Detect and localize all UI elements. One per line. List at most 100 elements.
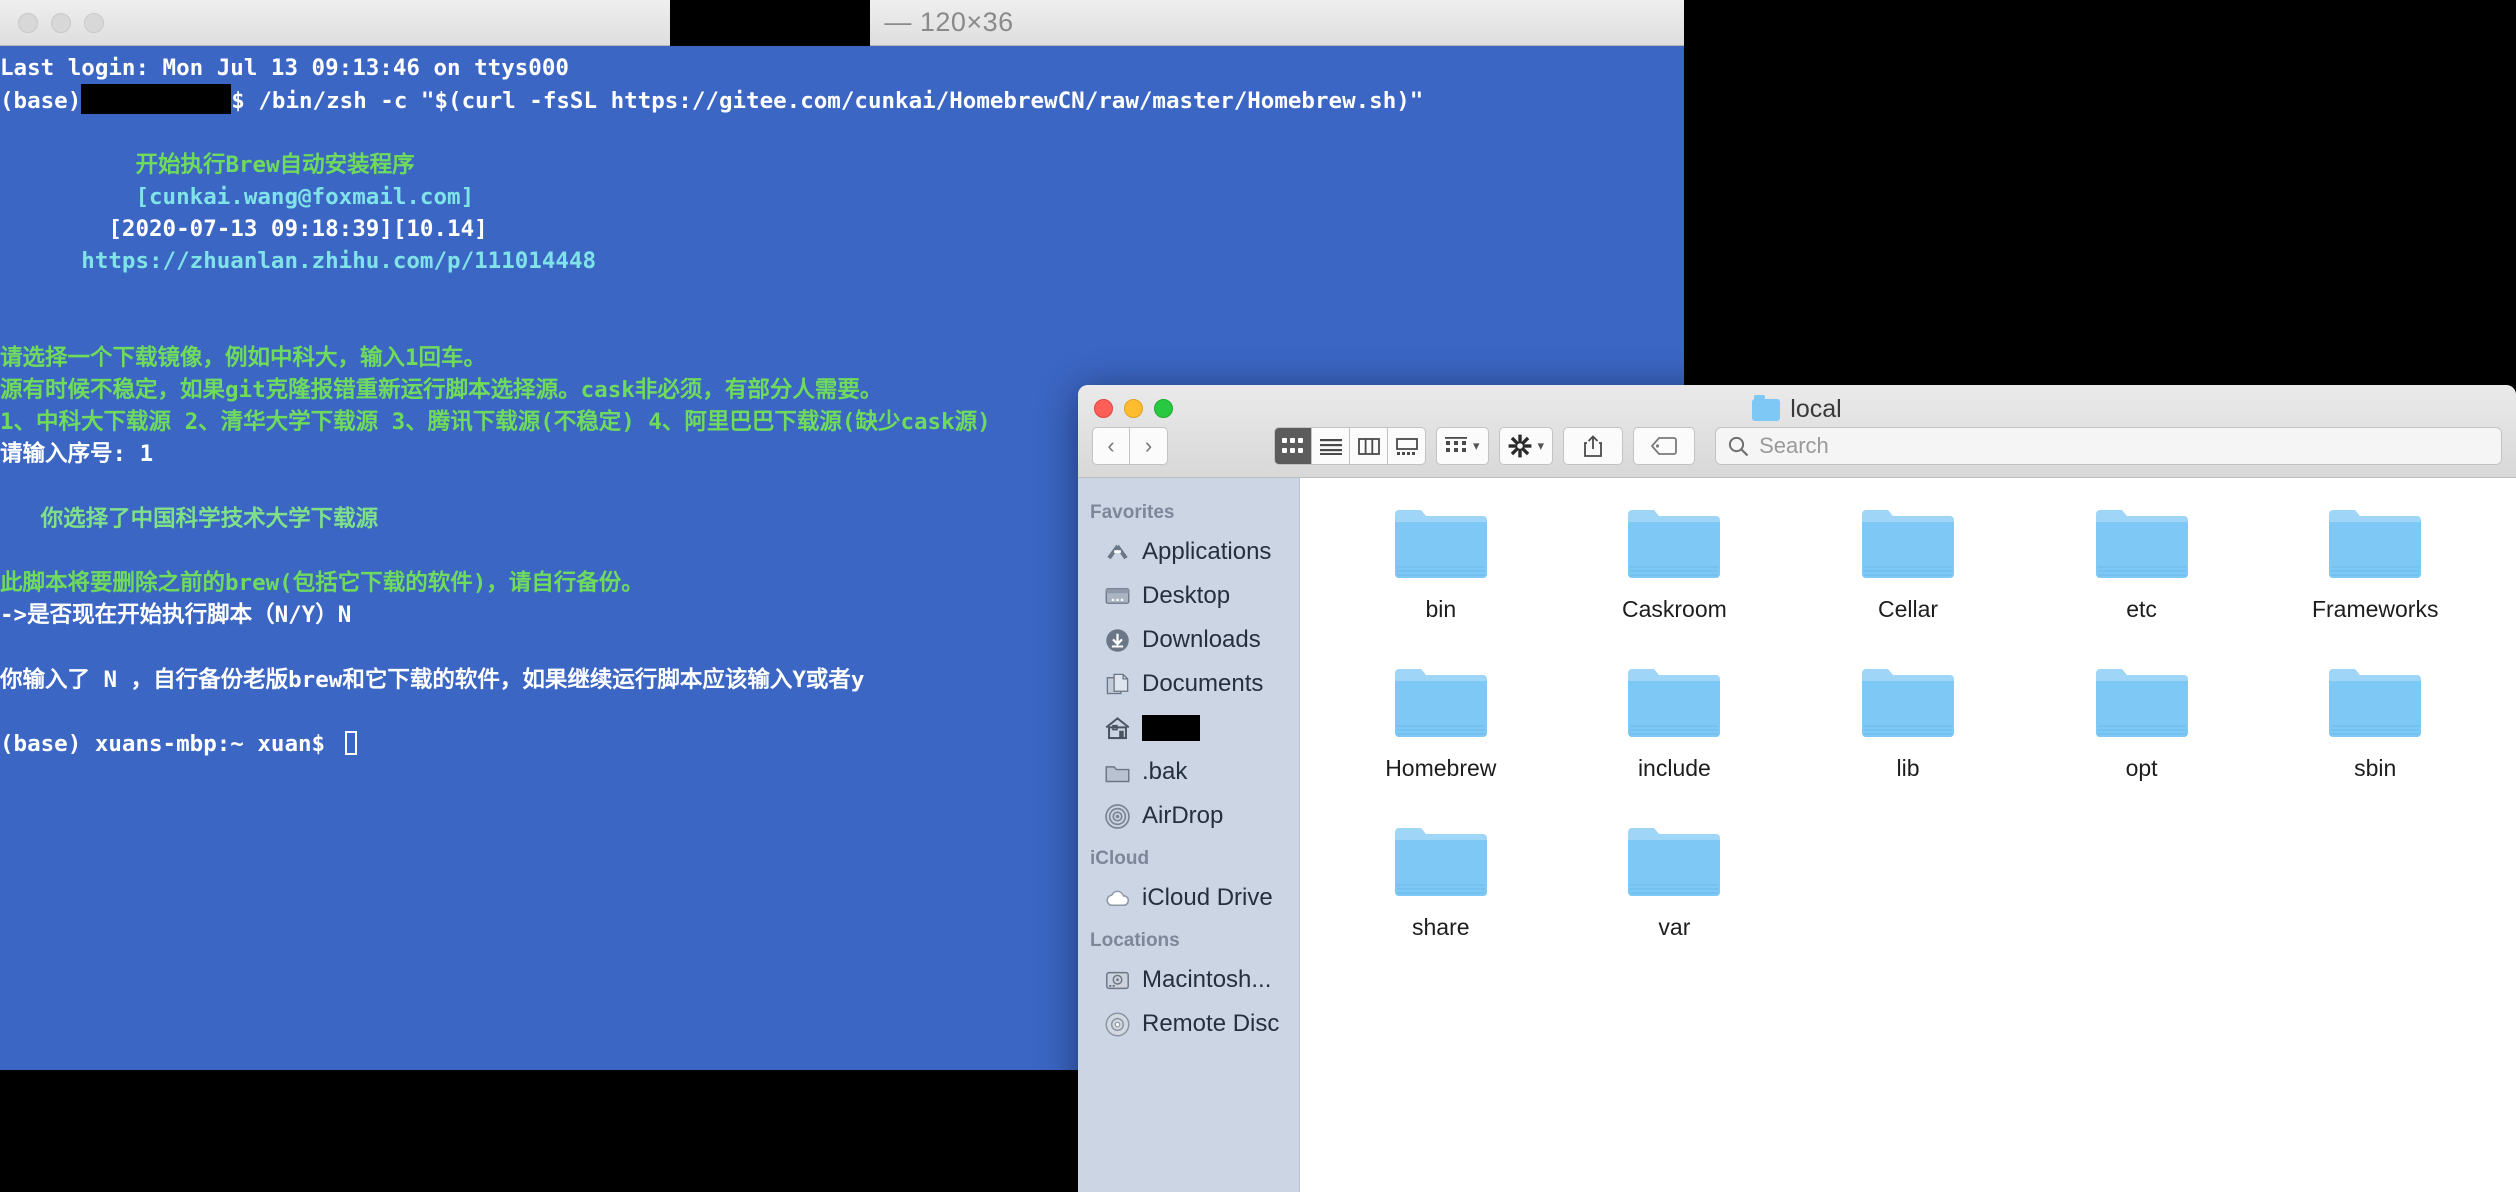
folder-label: Homebrew [1385, 755, 1497, 781]
folder-item[interactable]: Frameworks [2258, 504, 2492, 623]
terminal-cursor [344, 730, 357, 755]
chevron-down-icon: ▾ [1537, 438, 1545, 453]
folder-grid: bin Caskroom Cellar etc Frameworks Homebrew in… [1300, 504, 2516, 941]
folder-item[interactable]: share [1324, 822, 1558, 941]
folder-label: etc [2126, 596, 2157, 622]
sidebar-item-label: Remote Disc [1142, 1010, 1280, 1037]
sidebar-item-remote-disc[interactable]: Remote Disc [1078, 1002, 1299, 1046]
finder-sidebar[interactable]: Favorites Applications Desktop Downloads Doc… [1078, 478, 1300, 1192]
list-view-button[interactable] [1312, 427, 1350, 465]
redacted-text [81, 84, 232, 115]
arrange-button[interactable]: ▾ [1436, 427, 1489, 465]
folder-label: Frameworks [2311, 596, 2439, 622]
finder-body: Favorites Applications Desktop Downloads Doc… [1078, 478, 2516, 1192]
sidebar-section-header: Locations [1090, 930, 1180, 951]
folder-icon [1860, 504, 1956, 582]
sidebar-item-label: Desktop [1142, 582, 1231, 609]
back-button[interactable]: ‹ [1092, 427, 1130, 465]
folder-item[interactable]: Cellar [1791, 504, 2025, 623]
downloads-icon [1106, 628, 1129, 652]
folder-icon [1626, 504, 1722, 582]
terminal-dimensions-label: — 120×36 [884, 7, 1014, 37]
terminal-text: Last login: Mon Jul 13 09:13:46 on ttys0… [0, 55, 569, 81]
terminal-titlebar[interactable]: — 120×36 [0, 0, 1684, 46]
finder-title-bar: local [1078, 394, 2516, 424]
folder-label: lib [1896, 755, 1920, 781]
sidebar-item-applications[interactable]: Applications [1078, 530, 1299, 574]
arrange-icon [1445, 437, 1467, 452]
sidebar-item-home[interactable] [1078, 706, 1299, 750]
search-placeholder: Search [1759, 433, 1829, 458]
folder-label: Cellar [1877, 596, 1939, 622]
desktop-icon [1105, 587, 1130, 604]
sidebar-item-airdrop[interactable]: AirDrop [1078, 794, 1299, 838]
terminal-text: 此脚本将要删除之前的brew(包括它下载的软件)，请自行备份。 [0, 570, 644, 596]
icon-view-icon [1282, 437, 1303, 453]
folder-item[interactable]: opt [2025, 663, 2259, 782]
search-field[interactable]: Search [1715, 427, 2502, 465]
folder-item[interactable]: bin [1324, 504, 1558, 623]
action-button[interactable]: ▾ [1498, 427, 1554, 465]
share-icon [1584, 435, 1602, 457]
terminal-text: (base) [0, 88, 82, 115]
terminal-text: (base) xuans-mbp:~ xuan$ [0, 730, 339, 757]
tags-button[interactable] [1633, 427, 1696, 465]
sidebar-item-bak[interactable]: .bak [1078, 750, 1299, 794]
airdrop-icon [1105, 803, 1130, 829]
sidebar-section-header: Favorites [1090, 502, 1175, 523]
forward-button[interactable]: › [1130, 427, 1168, 465]
sidebar-item-label: .bak [1142, 758, 1188, 785]
folder-item[interactable]: lib [1791, 663, 2025, 782]
finder-toolbar-row: ‹ › ▾ ▾ Search [1078, 427, 2516, 465]
sidebar-item-documents[interactable]: Documents [1078, 662, 1299, 706]
column-view-icon [1357, 437, 1380, 455]
list-view-icon [1319, 438, 1342, 455]
folder-icon [1752, 394, 1781, 421]
terminal-line: 开始执行Brew自动安装程序 [0, 149, 1684, 181]
sidebar-item-label: Applications [1142, 538, 1272, 565]
terminal-text: 请输入序号: 1 [0, 441, 154, 468]
sidebar-item-label: iCloud Drive [1142, 884, 1273, 911]
finder-window-title: local [1790, 395, 1842, 423]
folder-icon [1626, 822, 1722, 900]
disc-icon [1105, 1012, 1130, 1036]
icon-view-button[interactable] [1274, 427, 1312, 465]
sidebar-section-header: iCloud [1090, 848, 1150, 869]
applications-icon [1107, 544, 1128, 559]
home-icon [1105, 716, 1130, 739]
terminal-line: [2020-07-13 09:18:39][10.14] [0, 213, 1684, 245]
folder-label: opt [2125, 755, 2158, 781]
sidebar-item-label: Downloads [1142, 626, 1261, 653]
terminal-text: ->是否现在开始执行脚本（N/Y）N [0, 602, 352, 629]
folder-item[interactable]: sbin [2258, 663, 2492, 782]
sidebar-item-macintosh[interactable]: Macintosh... [1078, 958, 1299, 1002]
sidebar-item-desktop[interactable]: Desktop [1078, 574, 1299, 618]
finder-content-area[interactable]: bin Caskroom Cellar etc Frameworks Homebrew in… [1300, 478, 2516, 1192]
sidebar-item-downloads[interactable]: Downloads [1078, 618, 1299, 662]
terminal-line: 请选择一个下载镜像，例如中科大，输入1回车。 [0, 342, 1684, 374]
cloud-icon [1106, 890, 1130, 906]
terminal-text: [cunkai.wang@foxmail.com] [0, 183, 475, 210]
terminal-line: https://zhuanlan.zhihu.com/p/111014448 [0, 245, 1684, 277]
sidebar-item-label: AirDrop [1142, 802, 1224, 829]
terminal-title-redacted [670, 0, 871, 46]
folder-icon [2094, 504, 2190, 582]
sidebar-item-icloud-drive[interactable]: iCloud Drive [1078, 876, 1299, 920]
folder-item[interactable]: Homebrew [1324, 663, 1558, 782]
gallery-view-button[interactable] [1388, 427, 1426, 465]
folder-icon [1393, 663, 1489, 741]
column-view-button[interactable] [1350, 427, 1388, 465]
terminal-text: 开始执行Brew自动安装程序 [0, 151, 415, 178]
sidebar-item-label: Documents [1142, 670, 1264, 697]
folder-item[interactable]: etc [2025, 504, 2259, 623]
share-button[interactable] [1563, 427, 1624, 465]
folder-item[interactable]: Caskroom [1558, 504, 1792, 623]
search-icon [1728, 436, 1749, 456]
gear-icon [1508, 434, 1531, 458]
folder-item[interactable]: var [1558, 822, 1792, 941]
folder-item[interactable]: include [1558, 663, 1792, 782]
folder-icon [2327, 504, 2423, 582]
